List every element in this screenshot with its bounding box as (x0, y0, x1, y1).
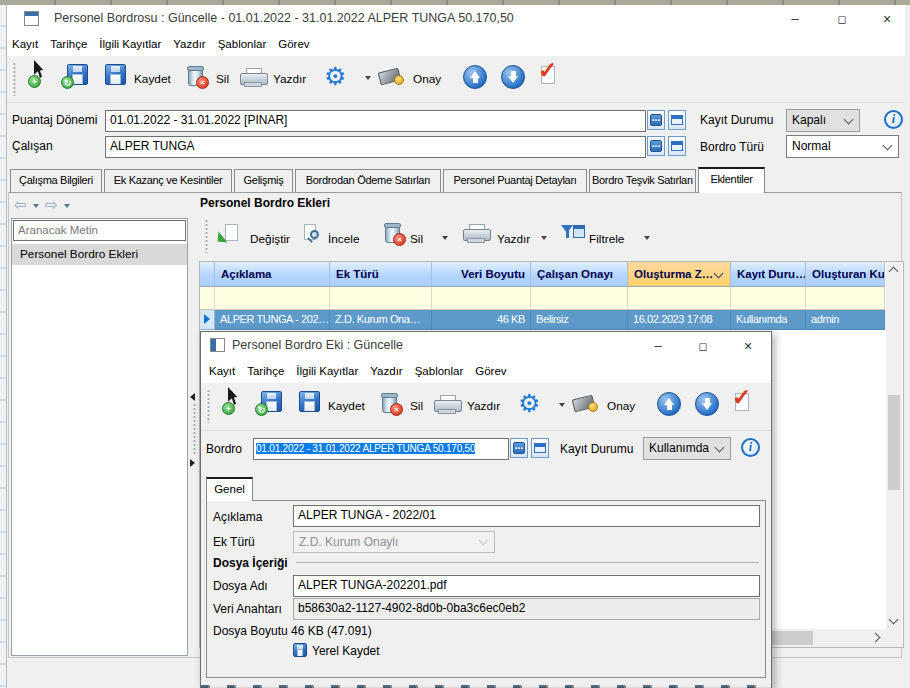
dosya-boyutu-label: Dosya Boyutu (213, 624, 288, 638)
dosya-icerigi-divider (296, 562, 759, 563)
save-icon-part (299, 391, 320, 412)
aciklama-input[interactable]: ALPER TUNGA - 2022/01 (293, 505, 760, 527)
dialog-app-icon (210, 338, 225, 352)
dialog-info-icon[interactable]: i (741, 438, 760, 457)
veri-anahtari-input[interactable]: b58630a2-1127-4902-8d0b-0ba3c6ec0eb2 (293, 598, 760, 620)
dialog-kayit-durumu-label: Kayıt Durumu (560, 442, 633, 456)
bordro-label: Bordro (206, 442, 242, 456)
aciklama-label: Açıklama (213, 510, 262, 524)
arrow-up-icon[interactable] (657, 392, 687, 422)
dialog-title: Personel Bordro Eki : Güncelle (232, 338, 403, 352)
bordro-editor-button[interactable] (531, 438, 549, 458)
bordro-input-selection: 01.01.2022 - 31.01.2022 ALPER TUNGA 50.1… (256, 443, 475, 454)
yerel-kaydet-label: Yerel Kaydet (312, 644, 380, 658)
chevron-down-icon (479, 536, 489, 546)
printer-icon-part (434, 395, 460, 415)
printer-icon[interactable] (434, 393, 464, 423)
dialog-window: Personel Bordro Eki : Güncelle –◻ × Kayıt Ta… (0, 0, 910, 688)
dialog-maximize-button[interactable]: ◻ (688, 336, 718, 356)
save-refresh-icon-part: ↻ (255, 403, 268, 416)
bordro-input[interactable]: 01.01.2022 - 31.01.2022 ALPER TUNGA 50.1… (253, 438, 509, 460)
editor-window-icon (534, 443, 546, 453)
approve-icon[interactable] (573, 393, 603, 423)
confirm-check-icon[interactable]: ✓ (731, 391, 761, 421)
dosya-adi-label: Dosya Adı (213, 579, 268, 593)
dialog-menu-item-i-lgili-kayitlar[interactable]: İlgili Kayıtlar (296, 359, 358, 383)
dialog-app-icon-part (211, 339, 216, 351)
ek-turu-combo[interactable]: Z.D. Kurum Onaylı (293, 531, 495, 553)
dialog-menu-item-sablonlar[interactable]: Şablonlar (415, 359, 464, 383)
dialog-menu-item-yazdir[interactable]: Yazdır (370, 359, 402, 383)
toolbar-label-onay[interactable]: Onay (607, 399, 635, 414)
save-refresh-icon[interactable]: ↻ (257, 391, 287, 421)
dialog-menu-item-kayit[interactable]: Kayıt (209, 359, 235, 383)
dialog-kayit-durumu-combo[interactable]: Kullanımda (643, 437, 731, 460)
new-record-icon-part: + (222, 402, 235, 415)
confirm-check-icon-part: ✓ (732, 387, 751, 407)
dialog-close-button[interactable]: × (733, 336, 763, 356)
dialog-menu-bar: Kayıt Tarihçe İlgili Kayıtlar Yazdır Şablonl… (201, 359, 771, 383)
gear-icon[interactable]: ⚙ (518, 391, 548, 421)
toolbar-label-sil[interactable]: Sil (410, 399, 423, 414)
arrow-up-icon-part (657, 392, 681, 416)
ek-turu-label: Ek Türü (213, 535, 255, 549)
save-icon (293, 643, 307, 657)
dosya-icerigi-section-label: Dosya İçeriği (213, 556, 288, 570)
dosya-boyutu-value: 46 KB (47.091) (291, 624, 372, 638)
genel-tab[interactable]: Genel (206, 477, 253, 501)
veri-anahtari-label: Veri Anahtarı (213, 602, 282, 616)
delete-icon-part: × (390, 403, 403, 416)
gear-dropdown-caret[interactable] (559, 403, 565, 407)
toolbar-label-yazdir[interactable]: Yazdır (467, 399, 500, 414)
dialog-minimize-button[interactable]: – (643, 336, 673, 356)
new-record-icon[interactable]: + (222, 387, 252, 417)
gear-icon-part: ⚙ (518, 391, 540, 416)
arrow-down-icon-part (695, 392, 719, 416)
delete-icon[interactable]: × (378, 392, 408, 422)
yerel-kaydet-button[interactable]: Yerel Kaydet (293, 642, 413, 660)
save-icon[interactable] (295, 391, 325, 421)
dialog-menu-item-gorev[interactable]: Görev (475, 359, 506, 383)
toolbar-label-kaydet[interactable]: Kaydet (328, 399, 365, 414)
chevron-down-icon (715, 443, 725, 453)
dosya-adi-input[interactable]: ALPER TUNGA-202201.pdf (293, 575, 760, 597)
dialog-menu-item-tarihce[interactable]: Tarihçe (247, 359, 284, 383)
bordro-ellipsis-button[interactable]: ... (510, 438, 528, 458)
printer-tray (438, 409, 456, 414)
ellipsis-icon: ... (513, 442, 525, 454)
arrow-down-icon[interactable] (695, 392, 725, 422)
approve-icon-part (588, 402, 598, 412)
toolbar-drag-handle (207, 389, 210, 423)
